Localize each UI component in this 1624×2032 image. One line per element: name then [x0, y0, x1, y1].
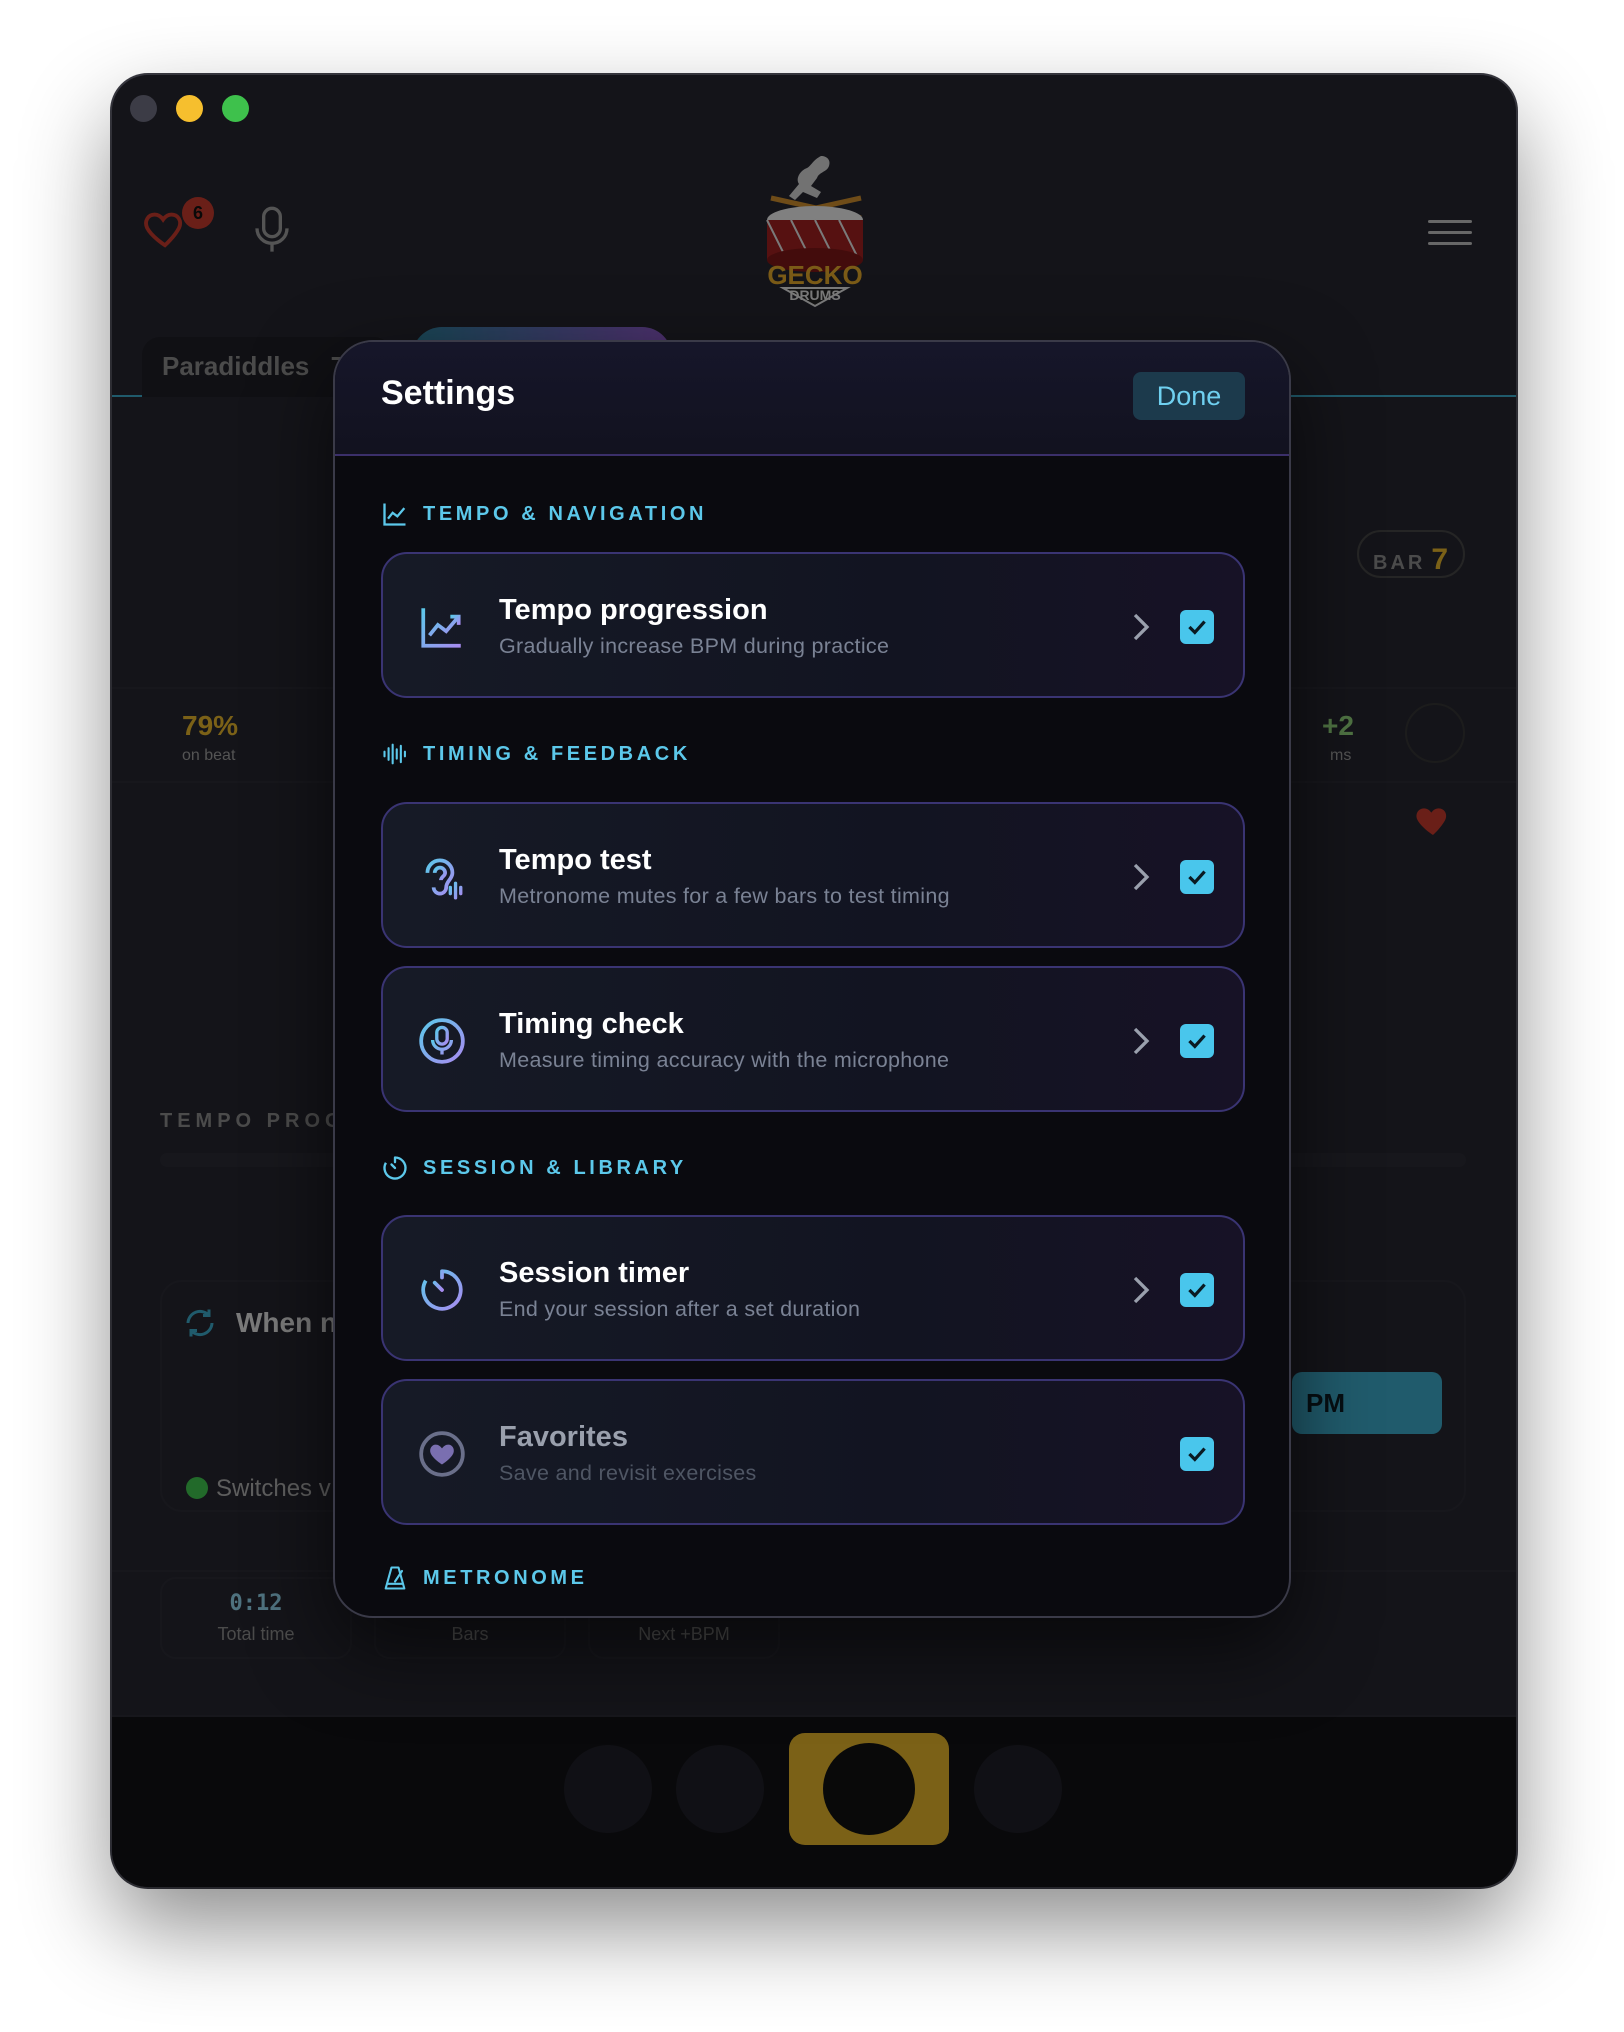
restart-button[interactable]: [564, 1745, 652, 1833]
check-circle-icon: [186, 1477, 208, 1499]
setting-subtitle: Gradually increase BPM during practice: [499, 634, 890, 658]
settings-header: Settings Done: [335, 342, 1289, 456]
chart-line-icon: [421, 608, 461, 648]
svg-text:DRUMS: DRUMS: [789, 287, 840, 303]
checkmark-icon: [1188, 1447, 1206, 1462]
setting-tempo-test[interactable]: Tempo test Metronome mutes for a few bar…: [381, 802, 1245, 948]
setting-title: Tempo progression: [499, 594, 768, 626]
offset-value: +2: [1322, 710, 1354, 741]
play-button[interactable]: [789, 1733, 949, 1845]
chevron-right-icon[interactable]: [1131, 1026, 1151, 1056]
on-beat-value: 79%: [182, 710, 239, 741]
favorites-count-badge: 6: [182, 197, 214, 229]
mic-toggle-button[interactable]: [1405, 703, 1465, 763]
section-title: SESSION & LIBRARY: [423, 1156, 687, 1179]
checkbox-timing-check[interactable]: [1180, 1024, 1214, 1058]
previous-button[interactable]: [676, 1745, 764, 1833]
section-tempo-navigation: TEMPO & NAVIGATION: [381, 500, 707, 528]
settings-title: Settings: [381, 374, 516, 412]
checkbox-tempo-progression[interactable]: [1180, 610, 1214, 644]
mic-circle-icon: [419, 1018, 465, 1064]
checkbox-session-timer[interactable]: [1180, 1273, 1214, 1307]
setting-timing-check[interactable]: Timing check Measure timing accuracy wit…: [381, 966, 1245, 1112]
on-beat-label: on beat: [182, 747, 236, 764]
setting-title: Timing check: [499, 1008, 684, 1040]
section-title: TIMING & FEEDBACK: [423, 742, 691, 765]
close-window-button[interactable]: [130, 95, 157, 122]
chevron-right-icon[interactable]: [1131, 1275, 1151, 1305]
setting-session-timer[interactable]: Session timer End your session after a s…: [381, 1215, 1245, 1361]
section-title: TEMPO & NAVIGATION: [423, 502, 708, 525]
bar-counter: BAR 7: [1357, 530, 1465, 578]
microphone-icon[interactable]: [252, 205, 292, 255]
done-button[interactable]: Done: [1133, 372, 1245, 420]
section-metronome: METRONOME: [381, 1564, 588, 1592]
next-bpm-label: Next +BPM: [638, 1624, 730, 1644]
heart-circle-icon: [419, 1431, 465, 1477]
setting-subtitle: Save and revisit exercises: [499, 1461, 757, 1485]
setting-title: Favorites: [499, 1421, 628, 1453]
offset-label: ms: [1330, 747, 1352, 764]
settings-modal: Settings Done TEMPO & NAVIGATION Tempo p…: [333, 340, 1291, 1618]
setting-title: Session timer: [499, 1257, 690, 1289]
section-timing-feedback: TIMING & FEEDBACK: [381, 740, 691, 768]
checkmark-icon: [1188, 1034, 1206, 1049]
tempo-progression-label: TEMPO PROGI: [160, 1110, 357, 1132]
gecko-drums-logo: GECKO DRUMS: [766, 156, 863, 308]
svg-text:GECKO: GECKO: [767, 260, 862, 290]
setting-title: Tempo test: [499, 844, 652, 876]
chevron-right-icon[interactable]: [1131, 612, 1151, 642]
metronome-icon: [384, 1566, 406, 1590]
refresh-icon: [186, 1309, 214, 1337]
checkbox-tempo-test[interactable]: [1180, 860, 1214, 894]
total-time-label: Total time: [217, 1624, 295, 1644]
bar-value: 7: [1431, 543, 1449, 576]
favorite-heart-icon[interactable]: [1412, 800, 1454, 840]
tab-label: Paradiddles: [162, 351, 310, 381]
setting-tempo-progression[interactable]: Tempo progression Gradually increase BPM…: [381, 552, 1245, 698]
maximize-window-button[interactable]: [222, 95, 249, 122]
bars-label: Bars: [451, 1624, 489, 1644]
bar-label: BAR: [1373, 552, 1426, 574]
section-title: METRONOME: [423, 1566, 588, 1589]
checkmark-icon: [1188, 1283, 1206, 1298]
checkmark-icon: [1188, 620, 1206, 635]
waveform-icon: [383, 743, 406, 765]
section-session-library: SESSION & LIBRARY: [381, 1154, 687, 1182]
window-controls: [130, 95, 249, 122]
timer-icon: [383, 1156, 407, 1180]
total-time-value: 0:12: [229, 1591, 283, 1616]
hamburger-menu-icon[interactable]: [1428, 220, 1472, 250]
bpm-button[interactable]: PM: [1292, 1372, 1442, 1434]
ear-icon: [425, 858, 463, 900]
setting-subtitle: Measure timing accuracy with the microph…: [499, 1048, 950, 1072]
chart-line-icon: [383, 503, 406, 526]
checkmark-icon: [1188, 870, 1206, 885]
setting-favorites[interactable]: Favorites Save and revisit exercises: [381, 1379, 1245, 1525]
setting-subtitle: Metronome mutes for a few bars to test t…: [499, 884, 950, 908]
play-icon: [823, 1743, 915, 1835]
timer-icon: [421, 1269, 463, 1311]
next-button[interactable]: [974, 1745, 1062, 1833]
switches-text: Switches v: [216, 1475, 331, 1502]
setting-subtitle: End your session after a set duration: [499, 1297, 861, 1321]
when-label: When n: [236, 1307, 338, 1338]
total-time-card: 0:12 Total time: [160, 1577, 352, 1659]
checkbox-favorites[interactable]: [1180, 1437, 1214, 1471]
chevron-right-icon[interactable]: [1131, 862, 1151, 892]
minimize-window-button[interactable]: [176, 95, 203, 122]
